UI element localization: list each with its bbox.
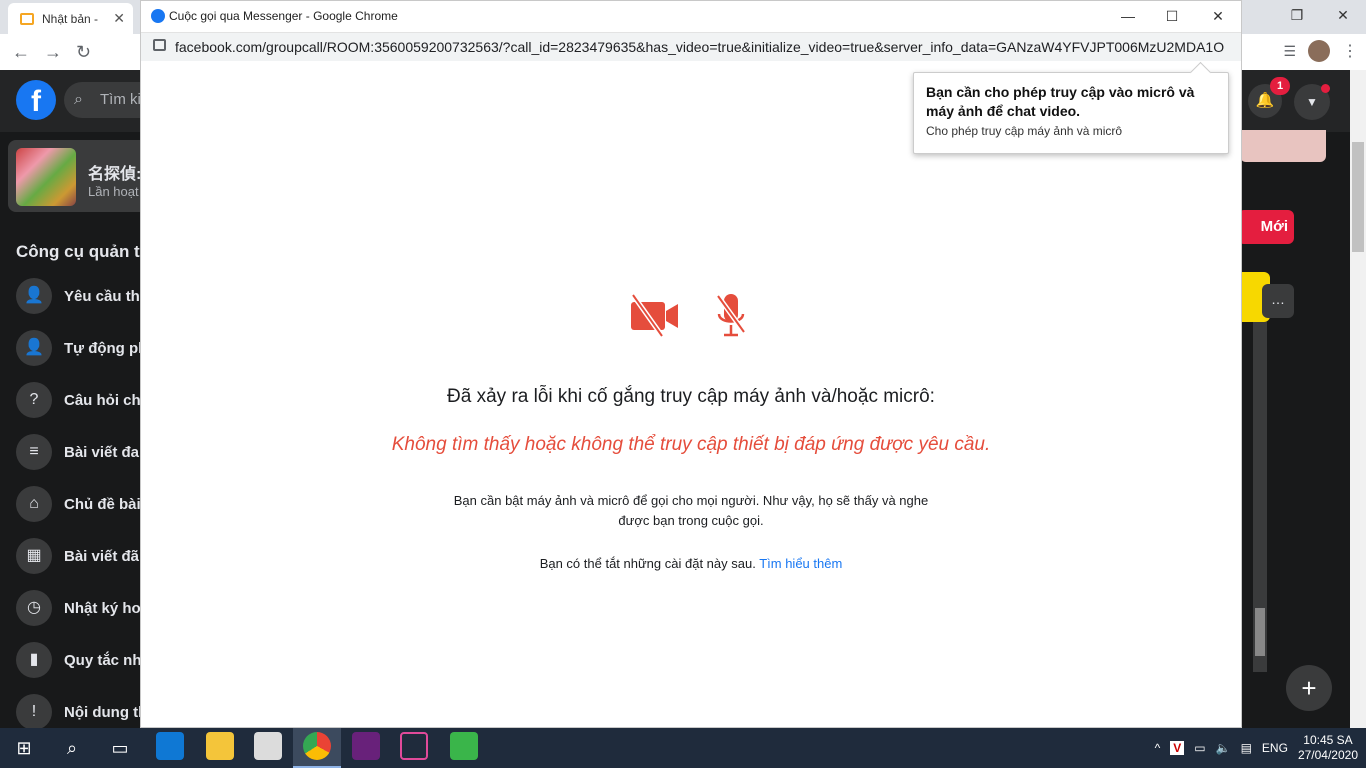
system-tray: ^ V ▭ 🔈 ▤ ENG 10:45 SA 27/04/2020 (1155, 728, 1358, 768)
cover-image-fragment (1240, 130, 1326, 162)
popup-titlebar: Cuộc gọi qua Messenger - Google Chrome —… (141, 1, 1241, 32)
sidebar-item-member-questions[interactable]: ? Câu hỏi chọ (16, 382, 150, 418)
sidebar-item-label: Quy tắc nhó (64, 651, 151, 669)
group-name: 名探偵: (88, 166, 142, 183)
alert-icon: ! (16, 694, 52, 730)
playlist-icon[interactable]: ☰ (1283, 43, 1296, 60)
sidebar-item-group-rules[interactable]: ▮ Quy tắc nhó (16, 642, 151, 678)
user-plus-icon: 👤 (16, 278, 52, 314)
permission-tooltip-subtitle: Cho phép truy cập máy ảnh và micrô (926, 124, 1123, 138)
tab-close-icon[interactable]: ✕ (113, 10, 125, 27)
close-icon[interactable]: ✕ (1195, 5, 1241, 27)
chrome-icon[interactable] (303, 732, 331, 760)
sidebar-item-scheduled-posts[interactable]: ▦ Bài viết đã (16, 538, 139, 574)
task-view-icon[interactable]: ▭ (96, 728, 144, 768)
sidebar-item-label: Tự động ph (64, 339, 148, 357)
group-thumbnail (16, 148, 76, 206)
clock[interactable]: 10:45 SA 27/04/2020 (1298, 733, 1358, 763)
messenger-icon (151, 9, 165, 23)
sidebar-item-label: Bài viết đan (64, 443, 149, 461)
user-check-icon: 👤 (16, 330, 52, 366)
notification-badge: 1 (1270, 77, 1290, 95)
error-description: Bạn cần bật máy ảnh và micrô để gọi cho … (453, 493, 929, 528)
learn-more-link[interactable]: Tìm hiểu thêm (759, 556, 842, 571)
music-app-icon[interactable] (400, 732, 428, 760)
popup-address-bar[interactable]: facebook.com/groupcall/ROOM:356005920073… (141, 32, 1241, 61)
group-activity: Lần hoạt (88, 184, 139, 199)
forward-icon[interactable]: → (44, 42, 62, 63)
member-questions-icon: ? (16, 382, 52, 418)
back-icon[interactable]: ← (12, 42, 30, 63)
sidebar-item-post-topics[interactable]: ⌂ Chủ đề bài (16, 486, 141, 522)
new-message-button[interactable]: + (1286, 665, 1332, 711)
background-toolbar-right: ☰ ⋮ (1283, 40, 1358, 62)
start-icon[interactable]: ⊞ (0, 728, 48, 768)
admin-tools-title: Công cụ quản tr (16, 242, 147, 261)
minimize-icon[interactable]: — (1105, 5, 1151, 27)
search-taskbar-icon[interactable]: ⌕ (48, 728, 96, 768)
background-window-controls: ❐ ✕ (1274, 0, 1366, 30)
search-placeholder: Tìm ki (100, 91, 141, 108)
sidebar-item-label: Chủ đề bài (64, 495, 141, 513)
sidebar-item-pending-posts[interactable]: ≡ Bài viết đan (16, 434, 148, 470)
facebook-logo[interactable]: f (16, 80, 56, 120)
blocked-devices-icons (630, 292, 746, 338)
post-icon: ≡ (16, 434, 52, 470)
background-tab-title: Nhật bản - (42, 11, 99, 26)
search-icon: ⌕ (74, 91, 83, 108)
sidebar-item-reported-content[interactable]: ! Nội dung th (16, 694, 147, 730)
sidebar-item-label: Yêu cầu tha (64, 287, 149, 305)
error-title: Đã xảy ra lỗi khi cố gắng truy cập máy ả… (447, 386, 935, 407)
background-tab[interactable]: Nhật bản - ✕ (8, 3, 133, 34)
calendar-icon: ▦ (16, 538, 52, 574)
permission-tooltip: Bạn cần cho phép truy cập vào micrô và m… (913, 72, 1229, 154)
reload-icon[interactable]: ↻ (76, 42, 91, 63)
page-scrollbar-thumb[interactable] (1352, 142, 1364, 252)
visual-studio-icon[interactable] (352, 732, 380, 760)
notification-center-icon[interactable]: ▤ (1241, 741, 1252, 755)
bg-restore-icon[interactable]: ❐ (1274, 0, 1320, 30)
popup-url[interactable]: facebook.com/groupcall/ROOM:356005920073… (175, 39, 1225, 55)
book-icon: ▮ (16, 642, 52, 678)
sidebar-item-activity-log[interactable]: ◷ Nhật ký ho (16, 590, 141, 626)
tag-icon: ⌂ (16, 486, 52, 522)
tab-favicon-icon (20, 12, 34, 25)
chevron-up-icon[interactable]: ^ (1155, 741, 1161, 755)
vietnamese-ime-icon[interactable]: V (1170, 741, 1185, 755)
clock-time: 10:45 SA (1303, 733, 1353, 747)
camtasia-icon[interactable] (450, 732, 478, 760)
microphone-off-icon (716, 294, 746, 337)
new-button[interactable]: Mới (1238, 210, 1294, 244)
sidebar-item-auto-approve[interactable]: 👤 Tự động ph (16, 330, 147, 366)
sidebar-item-membership-requests[interactable]: 👤 Yêu cầu tha (16, 278, 148, 314)
language-indicator[interactable]: ENG (1262, 741, 1288, 755)
profile-avatar[interactable] (1308, 40, 1330, 62)
file-explorer-icon[interactable] (206, 732, 234, 760)
clock-icon: ◷ (16, 590, 52, 626)
volume-icon[interactable]: 🔈 (1216, 741, 1231, 755)
bg-close-icon[interactable]: ✕ (1320, 0, 1366, 30)
sidebar-item-label: Bài viết đã (64, 547, 140, 565)
sidebar-item-label: Nhật ký ho (64, 599, 141, 617)
network-icon[interactable]: ▭ (1194, 741, 1205, 755)
chat-scrollbar-thumb[interactable] (1255, 608, 1265, 656)
store-icon[interactable] (254, 732, 282, 760)
clock-date: 27/04/2020 (1297, 748, 1358, 762)
lock-icon[interactable] (153, 39, 166, 51)
popup-window-title: Cuộc gọi qua Messenger - Google Chrome (169, 9, 398, 23)
sidebar-item-label: Nội dung th (64, 703, 148, 721)
more-icon[interactable]: … (1262, 284, 1294, 318)
edge-icon[interactable] (156, 732, 184, 760)
menu-alert-dot (1321, 84, 1330, 93)
group-card[interactable]: 名探偵: Lần hoạt (8, 140, 158, 212)
settings-note: Bạn có thể tắt những cài đặt này sau. Tì… (140, 556, 1242, 571)
error-message: Không tìm thấy hoặc không thể truy cập t… (391, 434, 991, 455)
chrome-menu-icon[interactable]: ⋮ (1342, 41, 1358, 61)
maximize-icon[interactable]: ☐ (1149, 5, 1195, 27)
sidebar-item-label: Câu hỏi chọ (64, 391, 150, 409)
permission-tooltip-title: Bạn cần cho phép truy cập vào micrô và m… (926, 84, 1195, 119)
settings-note-text: Bạn có thể tắt những cài đặt này sau. (539, 556, 756, 571)
